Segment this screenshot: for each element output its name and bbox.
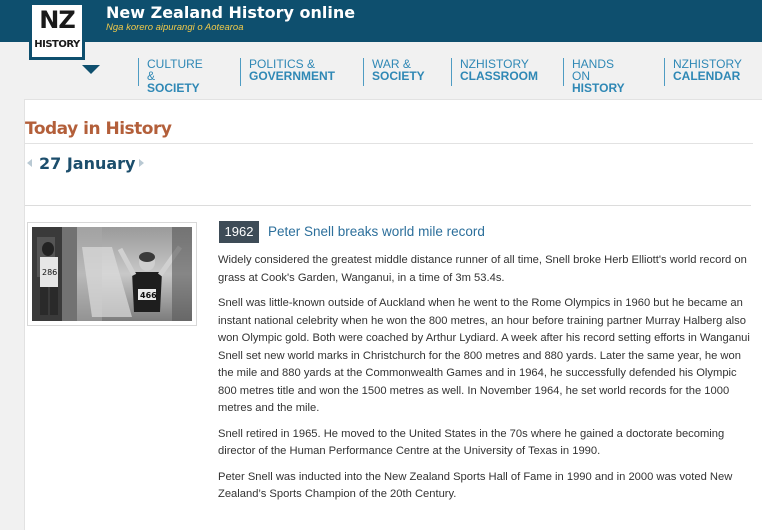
logo-pointer-icon — [82, 65, 100, 74]
nav-item-bottom: SOCIETY — [372, 69, 425, 83]
site-subtitle: Nga korero aipurangi o Aotearoa — [106, 22, 244, 33]
nav-war-society[interactable]: WAR & SOCIETY — [363, 58, 425, 86]
page: New Zealand History online Nga korero ai… — [0, 0, 762, 530]
event-paragraph: Widely considered the greatest middle di… — [218, 254, 747, 284]
event-year-badge: 1962 — [219, 221, 259, 243]
site-logo[interactable]: NZ HISTORY — [29, 2, 100, 74]
event-paragraph: Snell retired in 1965. He moved to the U… — [218, 427, 725, 458]
event-headline-link[interactable]: Peter Snell breaks world mile record — [268, 224, 485, 239]
event-photo[interactable]: 286 466 — [27, 222, 197, 326]
content-divider — [25, 205, 751, 206]
runner-photo-image: 286 466 — [32, 227, 192, 321]
nav-item-top: HANDS ON — [572, 57, 615, 83]
content-panel: Today in History 27 January 286 466 1962… — [24, 99, 762, 530]
current-date: 27 January — [39, 154, 136, 173]
nav-nzhistory-calendar[interactable]: NZHISTORY CALENDAR — [664, 58, 742, 86]
nav-nzhistory-classroom[interactable]: NZHISTORY CLASSROOM — [451, 58, 538, 86]
nav-item-bottom: CALENDAR — [673, 69, 741, 83]
site-title[interactable]: New Zealand History online — [106, 3, 355, 22]
next-date-icon[interactable] — [139, 159, 144, 167]
svg-text:286: 286 — [42, 268, 57, 277]
nav-hands-on-history[interactable]: HANDS ON HISTORY — [563, 57, 625, 94]
svg-text:466: 466 — [140, 291, 157, 300]
nav-politics-government[interactable]: POLITICS & GOVERNMENT — [240, 58, 335, 86]
page-title: Today in History — [25, 119, 172, 139]
nav-item-bottom: HISTORY — [572, 81, 625, 95]
logo-history-text: HISTORY — [34, 39, 80, 50]
nav-culture-society[interactable]: CULTURE & SOCIETY — [138, 57, 203, 94]
event-paragraph: Snell was little-known outside of Auckla… — [218, 297, 750, 414]
event-body: Widely considered the greatest middle di… — [218, 252, 751, 512]
prev-date-icon[interactable] — [27, 159, 32, 167]
nav-item-bottom: GOVERNMENT — [249, 69, 336, 83]
nav-item-top: CULTURE & — [147, 57, 203, 83]
event-paragraph: Peter Snell was inducted into the New Ze… — [218, 470, 733, 501]
nav-item-bottom: SOCIETY — [147, 81, 200, 95]
nav-item-bottom: CLASSROOM — [460, 69, 538, 83]
logo-nz-text: NZ — [39, 6, 76, 34]
site-header: New Zealand History online Nga korero ai… — [0, 0, 762, 42]
title-divider — [25, 143, 753, 144]
